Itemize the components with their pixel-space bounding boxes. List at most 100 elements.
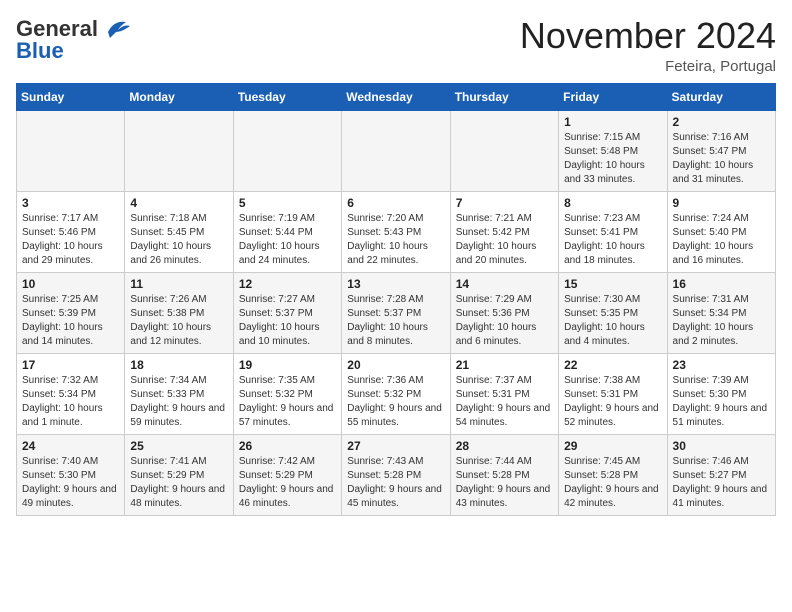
week-row-2: 3 Sunrise: 7:17 AM Sunset: 5:46 PM Daylig… — [17, 191, 776, 272]
day-number: 15 — [564, 277, 661, 291]
day-cell: 5 Sunrise: 7:19 AM Sunset: 5:44 PM Daylig… — [233, 191, 341, 272]
day-info: Sunrise: 7:34 AM Sunset: 5:33 PM Dayligh… — [130, 374, 227, 430]
header-cell-thursday: Thursday — [450, 83, 558, 110]
day-cell: 28 Sunrise: 7:44 AM Sunset: 5:28 PM Dayli… — [450, 434, 558, 515]
location: Feteira, Portugal — [520, 58, 776, 75]
title-block: November 2024 Feteira, Portugal — [520, 16, 776, 75]
header-cell-monday: Monday — [125, 83, 233, 110]
day-number: 6 — [347, 196, 444, 210]
header-cell-sunday: Sunday — [17, 83, 125, 110]
day-cell: 19 Sunrise: 7:35 AM Sunset: 5:32 PM Dayli… — [233, 353, 341, 434]
day-info: Sunrise: 7:31 AM Sunset: 5:34 PM Dayligh… — [673, 293, 770, 349]
day-info: Sunrise: 7:44 AM Sunset: 5:28 PM Dayligh… — [456, 455, 553, 511]
day-cell: 6 Sunrise: 7:20 AM Sunset: 5:43 PM Daylig… — [342, 191, 450, 272]
month-title: November 2024 — [520, 16, 776, 56]
week-row-3: 10Sunrise: 7:25 AM Sunset: 5:39 PM Dayli… — [17, 272, 776, 353]
day-cell: 24 Sunrise: 7:40 AM Sunset: 5:30 PM Dayli… — [17, 434, 125, 515]
logo: General Blue — [16, 16, 132, 64]
day-cell: 26Sunrise: 7:42 AM Sunset: 5:29 PM Dayli… — [233, 434, 341, 515]
day-number: 10 — [22, 277, 119, 291]
day-cell: 20 Sunrise: 7:36 AM Sunset: 5:32 PM Dayli… — [342, 353, 450, 434]
day-cell: 4 Sunrise: 7:18 AM Sunset: 5:45 PM Daylig… — [125, 191, 233, 272]
day-cell: 12Sunrise: 7:27 AM Sunset: 5:37 PM Dayli… — [233, 272, 341, 353]
day-number: 13 — [347, 277, 444, 291]
week-row-1: 1 Sunrise: 7:15 AM Sunset: 5:48 PM Daylig… — [17, 110, 776, 191]
day-cell — [342, 110, 450, 191]
day-cell: 16 Sunrise: 7:31 AM Sunset: 5:34 PM Dayli… — [667, 272, 775, 353]
day-cell — [450, 110, 558, 191]
day-number: 11 — [130, 277, 227, 291]
day-info: Sunrise: 7:35 AM Sunset: 5:32 PM Dayligh… — [239, 374, 336, 430]
day-cell: 22 Sunrise: 7:38 AM Sunset: 5:31 PM Dayli… — [559, 353, 667, 434]
day-cell — [17, 110, 125, 191]
day-number: 16 — [673, 277, 770, 291]
day-info: Sunrise: 7:20 AM Sunset: 5:43 PM Dayligh… — [347, 212, 444, 268]
day-number: 1 — [564, 115, 661, 129]
header-cell-friday: Friday — [559, 83, 667, 110]
day-cell — [125, 110, 233, 191]
day-info: Sunrise: 7:40 AM Sunset: 5:30 PM Dayligh… — [22, 455, 119, 511]
day-info: Sunrise: 7:15 AM Sunset: 5:48 PM Dayligh… — [564, 131, 661, 187]
day-info: Sunrise: 7:16 AM Sunset: 5:47 PM Dayligh… — [673, 131, 770, 187]
day-number: 25 — [130, 439, 227, 453]
page-header: General Blue November 2024 Feteira, Port… — [16, 16, 776, 75]
day-cell: 29Sunrise: 7:45 AM Sunset: 5:28 PM Dayli… — [559, 434, 667, 515]
header-cell-tuesday: Tuesday — [233, 83, 341, 110]
header-cell-saturday: Saturday — [667, 83, 775, 110]
day-info: Sunrise: 7:19 AM Sunset: 5:44 PM Dayligh… — [239, 212, 336, 268]
logo-bird-icon — [100, 18, 132, 40]
day-number: 12 — [239, 277, 336, 291]
day-cell: 15 Sunrise: 7:30 AM Sunset: 5:35 PM Dayli… — [559, 272, 667, 353]
day-number: 14 — [456, 277, 553, 291]
day-cell: 1 Sunrise: 7:15 AM Sunset: 5:48 PM Daylig… — [559, 110, 667, 191]
day-cell: 7 Sunrise: 7:21 AM Sunset: 5:42 PM Daylig… — [450, 191, 558, 272]
day-number: 4 — [130, 196, 227, 210]
day-info: Sunrise: 7:26 AM Sunset: 5:38 PM Dayligh… — [130, 293, 227, 349]
day-info: Sunrise: 7:37 AM Sunset: 5:31 PM Dayligh… — [456, 374, 553, 430]
day-number: 26 — [239, 439, 336, 453]
day-number: 19 — [239, 358, 336, 372]
logo-blue: Blue — [16, 38, 64, 64]
calendar-table: SundayMondayTuesdayWednesdayThursdayFrid… — [16, 83, 776, 516]
day-cell: 3 Sunrise: 7:17 AM Sunset: 5:46 PM Daylig… — [17, 191, 125, 272]
day-cell: 27Sunrise: 7:43 AM Sunset: 5:28 PM Dayli… — [342, 434, 450, 515]
day-number: 18 — [130, 358, 227, 372]
day-info: Sunrise: 7:17 AM Sunset: 5:46 PM Dayligh… — [22, 212, 119, 268]
day-number: 23 — [673, 358, 770, 372]
day-number: 29 — [564, 439, 661, 453]
day-number: 20 — [347, 358, 444, 372]
day-cell: 18 Sunrise: 7:34 AM Sunset: 5:33 PM Dayli… — [125, 353, 233, 434]
day-info: Sunrise: 7:38 AM Sunset: 5:31 PM Dayligh… — [564, 374, 661, 430]
day-info: Sunrise: 7:43 AM Sunset: 5:28 PM Dayligh… — [347, 455, 444, 511]
week-row-5: 24 Sunrise: 7:40 AM Sunset: 5:30 PM Dayli… — [17, 434, 776, 515]
day-info: Sunrise: 7:18 AM Sunset: 5:45 PM Dayligh… — [130, 212, 227, 268]
calendar-body: 1 Sunrise: 7:15 AM Sunset: 5:48 PM Daylig… — [17, 110, 776, 515]
day-cell: 23 Sunrise: 7:39 AM Sunset: 5:30 PM Dayli… — [667, 353, 775, 434]
day-cell: 10Sunrise: 7:25 AM Sunset: 5:39 PM Dayli… — [17, 272, 125, 353]
day-number: 9 — [673, 196, 770, 210]
day-number: 30 — [673, 439, 770, 453]
day-info: Sunrise: 7:36 AM Sunset: 5:32 PM Dayligh… — [347, 374, 444, 430]
day-cell: 13 Sunrise: 7:28 AM Sunset: 5:37 PM Dayli… — [342, 272, 450, 353]
day-cell: 11 Sunrise: 7:26 AM Sunset: 5:38 PM Dayli… — [125, 272, 233, 353]
day-number: 22 — [564, 358, 661, 372]
day-number: 17 — [22, 358, 119, 372]
day-cell: 14Sunrise: 7:29 AM Sunset: 5:36 PM Dayli… — [450, 272, 558, 353]
day-cell: 21 Sunrise: 7:37 AM Sunset: 5:31 PM Dayli… — [450, 353, 558, 434]
day-cell: 2 Sunrise: 7:16 AM Sunset: 5:47 PM Daylig… — [667, 110, 775, 191]
day-number: 28 — [456, 439, 553, 453]
day-number: 24 — [22, 439, 119, 453]
day-info: Sunrise: 7:21 AM Sunset: 5:42 PM Dayligh… — [456, 212, 553, 268]
day-number: 5 — [239, 196, 336, 210]
day-info: Sunrise: 7:39 AM Sunset: 5:30 PM Dayligh… — [673, 374, 770, 430]
day-info: Sunrise: 7:46 AM Sunset: 5:27 PM Dayligh… — [673, 455, 770, 511]
day-number: 3 — [22, 196, 119, 210]
day-number: 21 — [456, 358, 553, 372]
day-info: Sunrise: 7:23 AM Sunset: 5:41 PM Dayligh… — [564, 212, 661, 268]
day-info: Sunrise: 7:32 AM Sunset: 5:34 PM Dayligh… — [22, 374, 119, 430]
day-info: Sunrise: 7:30 AM Sunset: 5:35 PM Dayligh… — [564, 293, 661, 349]
day-number: 2 — [673, 115, 770, 129]
day-info: Sunrise: 7:28 AM Sunset: 5:37 PM Dayligh… — [347, 293, 444, 349]
day-number: 8 — [564, 196, 661, 210]
day-number: 7 — [456, 196, 553, 210]
